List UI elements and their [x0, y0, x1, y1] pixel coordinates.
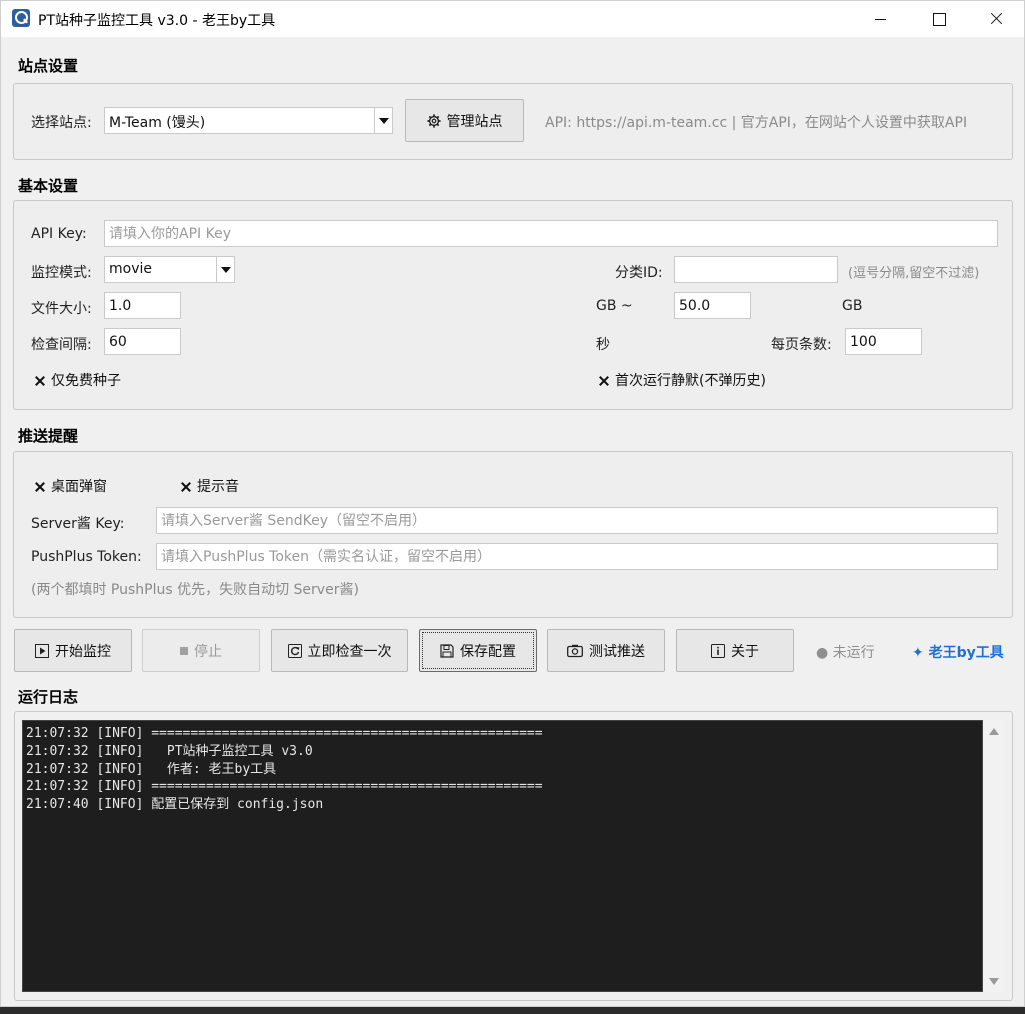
site-settings-title: 站点设置	[18, 57, 79, 75]
about-label: 关于	[731, 643, 759, 660]
api-key-input[interactable]	[104, 220, 998, 247]
log-output[interactable]: 21:07:32 [INFO] ========================…	[22, 720, 983, 992]
size-max-input[interactable]	[674, 292, 751, 319]
test-push-label: 测试推送	[589, 643, 645, 660]
info-icon	[711, 643, 725, 658]
mode-select[interactable]: movie	[104, 256, 235, 283]
per-page-input[interactable]	[845, 328, 922, 355]
refresh-icon	[287, 643, 302, 658]
check-mark-icon	[179, 480, 192, 493]
sound-checkbox[interactable]: 提示音	[179, 476, 239, 496]
basic-settings-title: 基本设置	[18, 177, 79, 195]
desktop-popup-label: 桌面弹窗	[51, 479, 107, 495]
push-settings-title: 推送提醒	[18, 427, 79, 445]
save-config-label: 保存配置	[460, 643, 516, 660]
sound-label: 提示音	[197, 479, 239, 495]
api-key-label: API Key:	[31, 226, 87, 242]
free-only-label: 仅免费种子	[51, 373, 121, 389]
log-line: 21:07:32 [INFO] ========================…	[26, 779, 543, 795]
window-title: PT站种子监控工具 v3.0 - 老王by工具	[38, 13, 276, 29]
brand-label: ✦ 老王by工具	[912, 645, 1004, 661]
check-now-button[interactable]: 立即检查一次	[271, 629, 408, 672]
desktop-popup-checkbox[interactable]: 桌面弹窗	[33, 476, 107, 496]
stop-button[interactable]: 停止	[142, 629, 260, 672]
close-button[interactable]	[967, 1, 1025, 37]
manage-sites-button[interactable]: 管理站点	[405, 99, 524, 142]
save-config-button[interactable]: 保存配置	[419, 629, 537, 672]
maximize-button[interactable]	[909, 1, 967, 37]
stop-label: 停止	[194, 643, 222, 660]
interval-unit: 秒	[596, 337, 610, 353]
log-line: 21:07:32 [INFO] 作者: 老王by工具	[26, 761, 277, 777]
about-button[interactable]: 关于	[676, 629, 794, 672]
serverchan-label: Server酱 Key:	[31, 516, 125, 532]
size-label: 文件大小:	[31, 301, 92, 317]
category-hint: (逗号分隔,留空不过滤)	[848, 266, 980, 281]
interval-label: 检查间隔:	[31, 337, 92, 353]
test-push-button[interactable]: 测试推送	[547, 629, 665, 672]
size-min-input[interactable]	[104, 292, 181, 319]
size-unit: GB	[842, 298, 863, 314]
check-now-label: 立即检查一次	[307, 643, 392, 660]
log-line: 21:07:40 [INFO] 配置已保存到 config.json	[26, 797, 324, 813]
push-note: (两个都填时 PushPlus 优先，失败自动切 Server酱)	[31, 582, 359, 598]
serverchan-key-input[interactable]	[156, 507, 998, 534]
silent-first-run-label: 首次运行静默(不弹历史)	[615, 373, 766, 389]
run-status: ● 未运行	[816, 645, 875, 661]
app-window: PT站种子监控工具 v3.0 - 老王by工具 站点设置 选择站点: M-Tea…	[0, 0, 1025, 1007]
basic-settings-group: API Key: 监控模式: movie 分类ID: (逗号分隔,留空不过滤) …	[13, 200, 1013, 410]
start-monitor-label: 开始监控	[55, 643, 111, 660]
site-select[interactable]: M-Team (馒头)	[104, 107, 393, 134]
push-settings-group: 桌面弹窗 提示音 Server酱 Key: PushPlus Token: (两…	[13, 451, 1013, 618]
check-mark-icon	[33, 480, 46, 493]
app-search-icon	[12, 9, 30, 27]
title-bar[interactable]: PT站种子监控工具 v3.0 - 老王by工具	[1, 1, 1024, 37]
log-line: 21:07:32 [INFO] PT站种子监控工具 v3.0	[26, 743, 313, 759]
site-select-value: M-Team (馒头)	[109, 115, 206, 131]
minimize-button[interactable]	[851, 1, 909, 37]
scroll-down-arrow-icon[interactable]	[989, 978, 999, 985]
category-label: 分类ID:	[615, 265, 663, 281]
interval-input[interactable]	[104, 328, 181, 355]
log-title: 运行日志	[18, 688, 79, 706]
site-settings-group: 选择站点: M-Team (馒头) 管理站点 API: https://api.…	[13, 83, 1013, 160]
play-icon	[35, 643, 49, 658]
check-mark-icon	[597, 374, 610, 387]
camera-icon	[567, 644, 583, 657]
free-only-checkbox[interactable]: 仅免费种子	[33, 370, 121, 390]
pushplus-token-input[interactable]	[156, 543, 998, 570]
silent-first-run-checkbox[interactable]: 首次运行静默(不弹历史)	[597, 370, 766, 390]
chevron-down-icon[interactable]	[374, 108, 392, 133]
log-line: 21:07:32 [INFO] ========================…	[26, 726, 543, 741]
start-monitor-button[interactable]: 开始监控	[14, 629, 132, 672]
scroll-up-arrow-icon[interactable]	[989, 728, 999, 735]
api-info-text: API: https://api.m-team.cc | 官方API，在网站个人…	[545, 115, 968, 131]
check-mark-icon	[33, 374, 46, 387]
chevron-down-icon[interactable]	[216, 257, 234, 282]
manage-sites-label: 管理站点	[446, 113, 503, 130]
size-separator: GB ~	[596, 298, 633, 314]
save-icon	[440, 643, 454, 658]
category-input[interactable]	[674, 256, 838, 283]
gear-icon	[426, 113, 441, 128]
pushplus-label: PushPlus Token:	[31, 549, 142, 565]
log-scrollbar[interactable]	[983, 720, 1004, 992]
mode-select-value: movie	[109, 261, 152, 277]
stop-icon	[180, 646, 188, 655]
mode-label: 监控模式:	[31, 265, 92, 281]
per-page-label: 每页条数:	[771, 337, 832, 353]
site-select-label: 选择站点:	[31, 115, 92, 131]
